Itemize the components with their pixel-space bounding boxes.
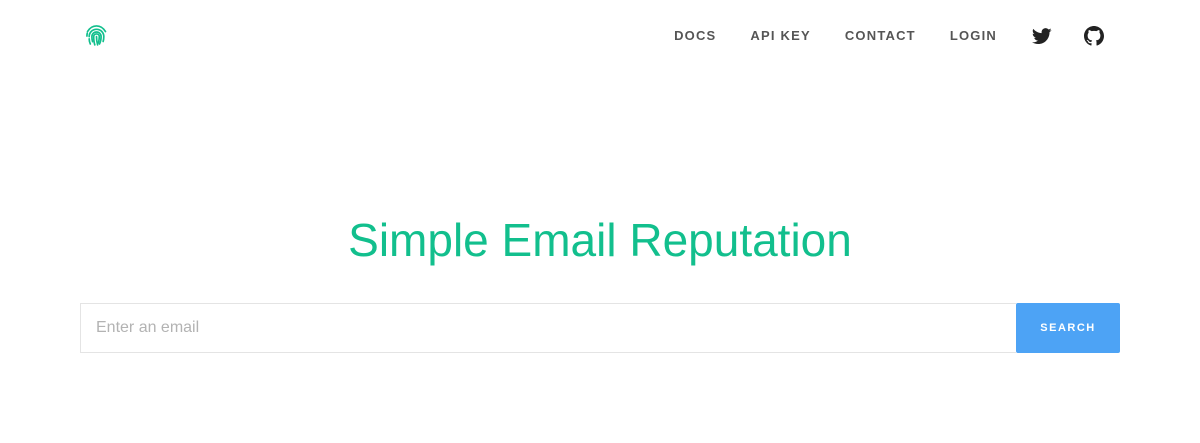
github-icon[interactable] bbox=[1083, 25, 1105, 47]
logo-link[interactable] bbox=[83, 22, 110, 49]
page: DOCS API KEY CONTACT LOGIN Simple Email … bbox=[0, 0, 1200, 443]
page-title: Simple Email Reputation bbox=[348, 214, 852, 266]
nav-api-key-link[interactable]: API KEY bbox=[750, 26, 810, 46]
nav-docs-link[interactable]: DOCS bbox=[674, 26, 716, 46]
nav-contact-link[interactable]: CONTACT bbox=[845, 26, 916, 46]
email-search-input[interactable] bbox=[80, 303, 1016, 353]
fingerprint-icon bbox=[83, 22, 110, 49]
top-nav: DOCS API KEY CONTACT LOGIN bbox=[674, 26, 1105, 46]
nav-login-link[interactable]: LOGIN bbox=[950, 26, 997, 46]
search-form: SEARCH bbox=[80, 303, 1120, 353]
twitter-icon[interactable] bbox=[1031, 25, 1053, 47]
search-button[interactable]: SEARCH bbox=[1016, 303, 1120, 353]
